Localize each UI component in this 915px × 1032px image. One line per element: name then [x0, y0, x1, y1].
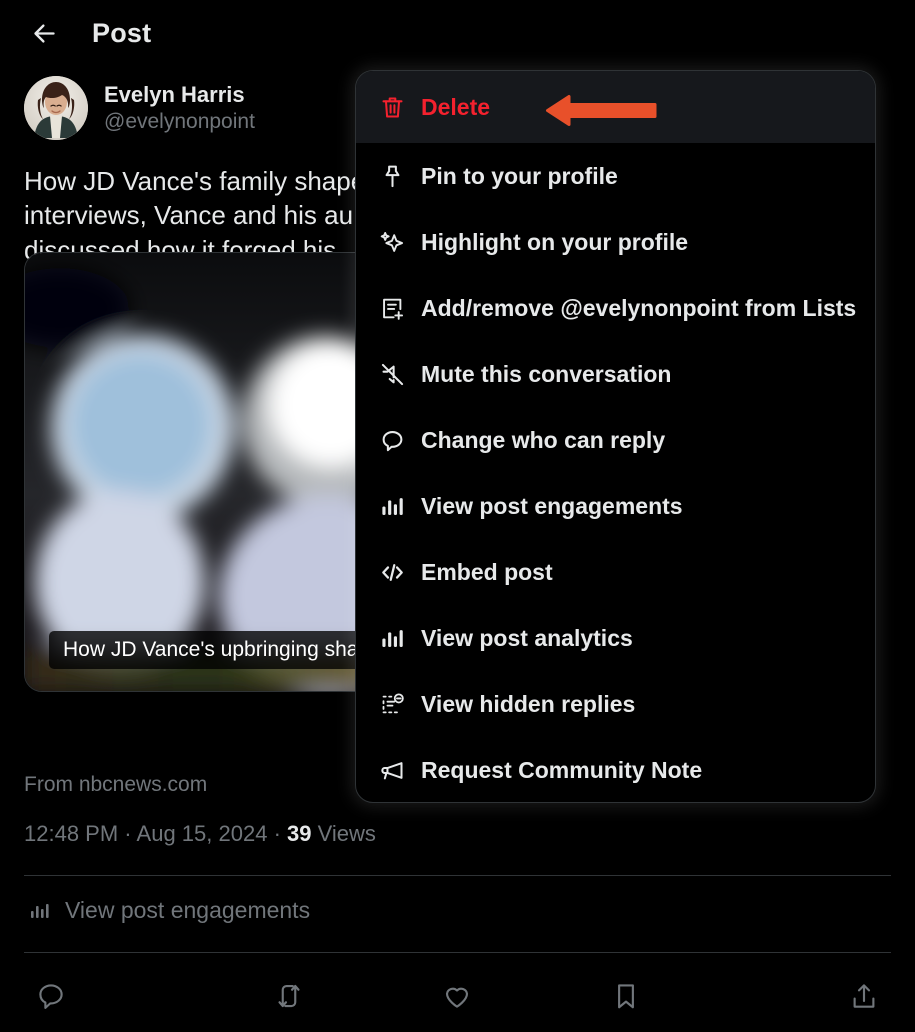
menu-item-label: Highlight on your profile — [421, 228, 689, 255]
share-icon — [853, 984, 875, 1008]
meta-dot-1: · — [124, 821, 132, 846]
menu-item-highlight-on-your-profile[interactable]: Highlight on your profile — [356, 209, 875, 275]
repost-button[interactable] — [205, 981, 374, 1011]
menu-item-label: View post analytics — [421, 624, 633, 651]
post-overflow-menu: Delete Pin to your profile Highlight on … — [355, 70, 876, 803]
user-avatar-image — [24, 76, 88, 140]
page-title: Post — [92, 17, 152, 48]
display-name: Evelyn Harris — [104, 81, 245, 107]
arrow-left-icon — [33, 23, 55, 43]
author-names: Evelyn Harris @evelynonpoint — [104, 82, 255, 134]
post-meta: 12:48 PM · Aug 15, 2024 · 39 Views — [24, 821, 376, 847]
view-post-engagements-link[interactable]: View post engagements — [28, 897, 310, 924]
bar-chart-icon — [379, 625, 421, 652]
menu-item-label: Mute this conversation — [421, 360, 672, 387]
post-time: 12:48 PM — [24, 821, 119, 846]
share-button[interactable] — [710, 981, 915, 1011]
meta-dot-2: · — [273, 821, 281, 846]
code-icon — [379, 559, 421, 586]
bookmark-icon — [618, 984, 635, 1009]
list-add-icon — [379, 295, 421, 322]
speech-bubble-icon — [379, 427, 421, 454]
post-date: Aug 15, 2024 — [136, 821, 268, 846]
megaphone-icon — [379, 757, 421, 784]
comment-icon — [39, 984, 63, 1009]
sparkle-icon — [379, 229, 421, 256]
bar-chart-icon — [379, 493, 421, 520]
divider-bottom — [24, 952, 891, 953]
menu-item-mute-this-conversation[interactable]: Mute this conversation — [356, 341, 875, 407]
heart-icon — [446, 987, 469, 1008]
menu-item-label: Request Community Note — [421, 756, 703, 783]
menu-item-label: Delete — [421, 93, 491, 120]
handle: @evelynonpoint — [104, 110, 255, 134]
app-header: Post — [0, 0, 915, 66]
pin-icon — [379, 163, 421, 190]
menu-item-view-post-engagements[interactable]: View post engagements — [356, 473, 875, 539]
hidden-replies-icon — [379, 691, 421, 718]
bar-chart-icon — [31, 903, 49, 918]
menu-item-view-post-analytics[interactable]: View post analytics — [356, 605, 875, 671]
menu-item-label: View post engagements — [421, 492, 683, 519]
menu-item-change-who-can-reply[interactable]: Change who can reply — [356, 407, 875, 473]
post-detail-screen: Post Evelyn Harris @evelynonpoint How JD… — [0, 0, 915, 1032]
menu-item-label: Change who can reply — [421, 426, 666, 453]
back-button[interactable] — [18, 7, 70, 59]
action-bar — [0, 960, 915, 1032]
divider-top — [24, 875, 891, 876]
trash-icon — [379, 94, 421, 121]
like-button[interactable] — [373, 981, 542, 1011]
repost-icon — [278, 984, 300, 1008]
menu-item-add-remove-from-lists[interactable]: Add/remove @evelynonpoint from Lists — [356, 275, 875, 341]
menu-item-label: View hidden replies — [421, 690, 636, 717]
views-label: Views — [317, 821, 376, 846]
menu-item-pin-to-your-profile[interactable]: Pin to your profile — [356, 143, 875, 209]
menu-item-label: Add/remove @evelynonpoint from Lists — [421, 294, 857, 321]
menu-item-embed-post[interactable]: Embed post — [356, 539, 875, 605]
menu-item-request-community-note[interactable]: Request Community Note — [356, 737, 875, 802]
menu-item-label: Pin to your profile — [421, 162, 618, 189]
media-source: From nbcnews.com — [24, 773, 208, 796]
engagements-label: View post engagements — [65, 897, 311, 923]
annotation-arrow — [546, 95, 657, 126]
views-count: 39 — [287, 821, 312, 846]
mute-icon — [379, 361, 421, 388]
bookmark-button[interactable] — [542, 981, 711, 1011]
menu-item-view-hidden-replies[interactable]: View hidden replies — [356, 671, 875, 737]
reply-button[interactable] — [0, 981, 205, 1011]
avatar[interactable] — [24, 76, 88, 140]
menu-item-label: Embed post — [421, 558, 553, 585]
media-caption: How JD Vance's upbringing shape — [49, 631, 396, 669]
